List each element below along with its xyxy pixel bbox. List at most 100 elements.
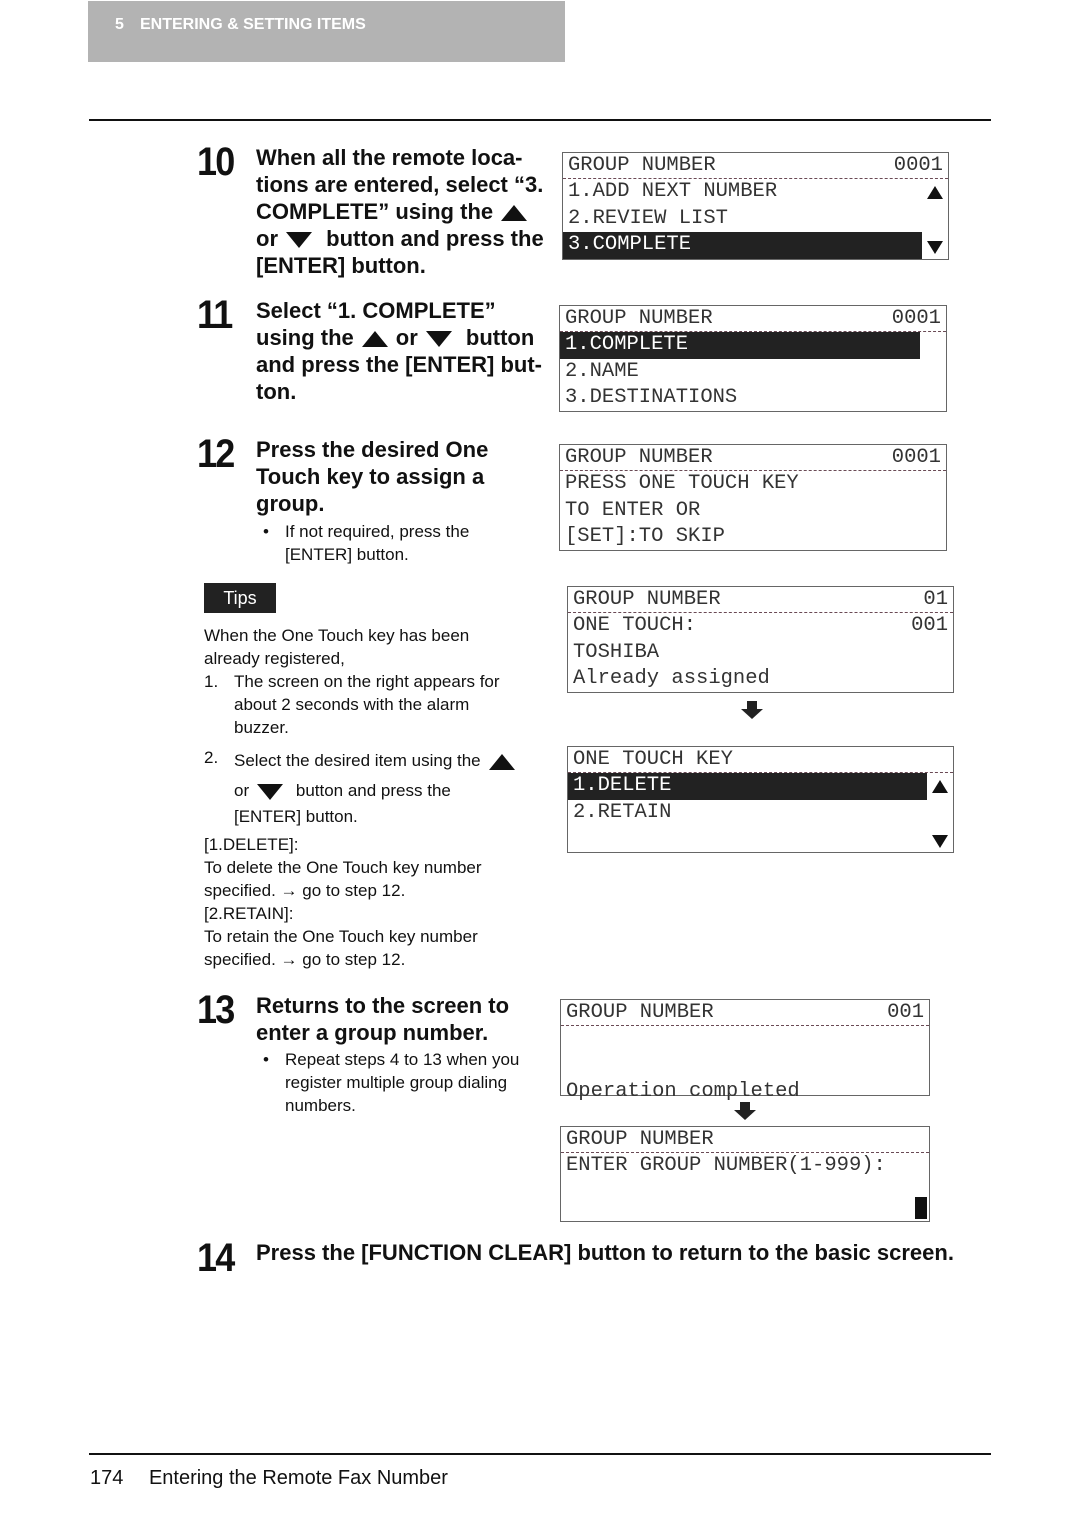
line: [ENTER] button.	[256, 253, 426, 278]
lcd-row: 2.REVIEW LIST	[563, 206, 948, 233]
lcd-screen: GROUP NUMBER 01 ONE TOUCH: 001 TOSHIBA Alread…	[567, 586, 954, 693]
line: buzzer.	[234, 718, 289, 737]
lcd-row-text: Already assigned	[573, 667, 770, 691]
up-arrow-icon	[501, 205, 528, 222]
chapter-title: ENTERING & SETTING ITEMS	[140, 16, 366, 33]
line: numbers.	[285, 1096, 356, 1115]
scroll-down-icon	[932, 834, 948, 848]
lcd-header-row: GROUP NUMBER	[561, 1127, 929, 1153]
line: or	[395, 325, 418, 350]
lcd-row-text: ONE TOUCH:	[573, 614, 697, 637]
down-arrow-icon	[286, 232, 312, 249]
line: [1.DELETE]:	[204, 835, 299, 854]
lcd-row-text: 1.ADD NEXT NUMBER	[568, 180, 778, 203]
chapter-number: 5	[115, 16, 124, 33]
lcd-row	[561, 1053, 929, 1080]
step-number: 12	[197, 432, 235, 476]
down-arrow-icon	[257, 783, 284, 800]
page-footer: 174 Entering the Remote Fax Number	[90, 1467, 448, 1490]
up-arrow-icon	[361, 331, 388, 348]
lcd-row-text: GROUP NUMBER	[568, 154, 716, 177]
lcd-row-text: 2.RETAIN	[573, 800, 672, 824]
tips-details: [1.DELETE]: To delete the One Touch key …	[204, 833, 482, 971]
lcd-row-value: 001	[887, 1001, 924, 1024]
line: enter a group number.	[256, 1020, 489, 1045]
lcd-row-text: 3.COMPLETE	[568, 233, 692, 257]
lcd-row	[561, 1180, 929, 1207]
tips-item-1-number: 1.	[204, 672, 219, 691]
lcd-header-row: GROUP NUMBER 0001	[563, 153, 948, 179]
line: To delete the One Touch key number	[204, 858, 482, 877]
line: or	[234, 781, 250, 800]
scroll-up-icon	[927, 185, 943, 199]
lcd-row-text: 2.REVIEW LIST	[568, 206, 728, 230]
line: and press the [ENTER] but-	[256, 352, 543, 377]
lcd-row-value: 0001	[891, 307, 941, 330]
line: [2.RETAIN]:	[204, 904, 294, 923]
step-number: 13	[197, 988, 235, 1032]
line: COMPLETE” using the	[256, 199, 494, 224]
lcd-row-text: Operation completed	[566, 1080, 800, 1104]
lcd-row-selected: 1.DELETE	[568, 773, 927, 800]
lcd-row-text: ONE TOUCH KEY	[573, 748, 733, 771]
lcd-row-text: 1.COMPLETE	[565, 333, 689, 356]
line: specified. → go to step 12.	[204, 881, 406, 900]
tips-intro: When the One Touch key has been already …	[204, 624, 469, 670]
line: Select the desired item using the	[234, 751, 481, 770]
line: group.	[256, 491, 325, 516]
line: The screen on the right appears for	[234, 672, 500, 691]
lcd-row-text: [SET]:TO SKIP	[565, 525, 725, 549]
line: tions are entered, select “3.	[256, 172, 544, 197]
step-number: 11	[197, 293, 233, 337]
line: using the	[256, 325, 354, 350]
lcd-row-text: GROUP NUMBER	[565, 446, 713, 469]
lcd-row: 2.RETAIN	[568, 800, 953, 827]
step-14-text: Press the [FUNCTION CLEAR] button to ret…	[256, 1240, 954, 1265]
tips-label: Tips	[204, 583, 276, 613]
lcd-row: 1.ADD NEXT NUMBER	[563, 179, 948, 206]
lcd-header-row: GROUP NUMBER 0001	[560, 445, 946, 471]
lcd-row-text: GROUP NUMBER	[566, 1001, 714, 1024]
lcd-row	[561, 1206, 929, 1233]
lcd-screen: GROUP NUMBER 0001 PRESS ONE TOUCH KEY TO EN…	[559, 444, 947, 551]
lcd-row: PRESS ONE TOUCH KEY	[560, 471, 946, 498]
down-arrow-icon	[734, 1102, 756, 1120]
line: [ENTER] button.	[234, 807, 358, 826]
lcd-row-text: TO ENTER OR	[565, 498, 701, 522]
lcd-screen: GROUP NUMBER 0001 1.COMPLETE 2.NAME 3.DESTIN…	[559, 305, 947, 412]
line: button and press the	[295, 781, 451, 800]
line: If not required, press the	[285, 522, 470, 541]
lcd-header-row: GROUP NUMBER 0001	[560, 306, 946, 332]
lcd-row-text: ENTER GROUP NUMBER(1-999):	[566, 1154, 886, 1177]
lcd-row-text: 2.NAME	[565, 359, 639, 383]
lcd-row-selected: 3.COMPLETE	[563, 232, 922, 259]
bullet-note: If not required, press the [ENTER] butto…	[263, 520, 470, 566]
line: When the One Touch key has been	[204, 626, 470, 645]
lcd-header-row: GROUP NUMBER 01	[568, 587, 953, 613]
scroll-down-icon	[927, 240, 943, 254]
down-arrow-icon	[741, 701, 763, 719]
lcd-row-value: 0001	[893, 154, 943, 177]
line: already registered,	[204, 649, 345, 668]
line: register multiple group dialing	[285, 1073, 508, 1092]
lcd-screen: GROUP NUMBER ENTER GROUP NUMBER(1-999):	[560, 1126, 930, 1222]
lcd-row-text: 3.DESTINATIONS	[565, 386, 738, 410]
lcd-row: [SET]:TO SKIP	[560, 524, 946, 551]
footer-title: Entering the Remote Fax Number	[148, 1467, 448, 1489]
scroll-up-icon	[932, 779, 948, 793]
up-arrow-icon	[488, 753, 515, 770]
line: ton.	[256, 379, 297, 404]
lcd-row: TOSHIBA	[568, 640, 953, 667]
lcd-row-text: 1.DELETE	[573, 774, 672, 797]
lcd-header-row: GROUP NUMBER 001	[561, 1000, 929, 1026]
lcd-row: ENTER GROUP NUMBER(1-999):	[561, 1153, 929, 1180]
line: or	[256, 226, 278, 251]
top-rule	[89, 119, 991, 121]
tips-item-2: Select the desired item using the or but…	[234, 746, 523, 828]
step-13-text: Returns to the screen to enter a group n…	[256, 992, 509, 1046]
lcd-screen: GROUP NUMBER 0001 1.ADD NEXT NUMBER 2.REVIE…	[562, 152, 949, 260]
bottom-rule	[89, 1453, 991, 1455]
lcd-screen: ONE TOUCH KEY 1.DELETE 2.RETAIN	[567, 746, 954, 853]
lcd-row: Already assigned	[568, 666, 953, 693]
lcd-row	[568, 826, 953, 853]
